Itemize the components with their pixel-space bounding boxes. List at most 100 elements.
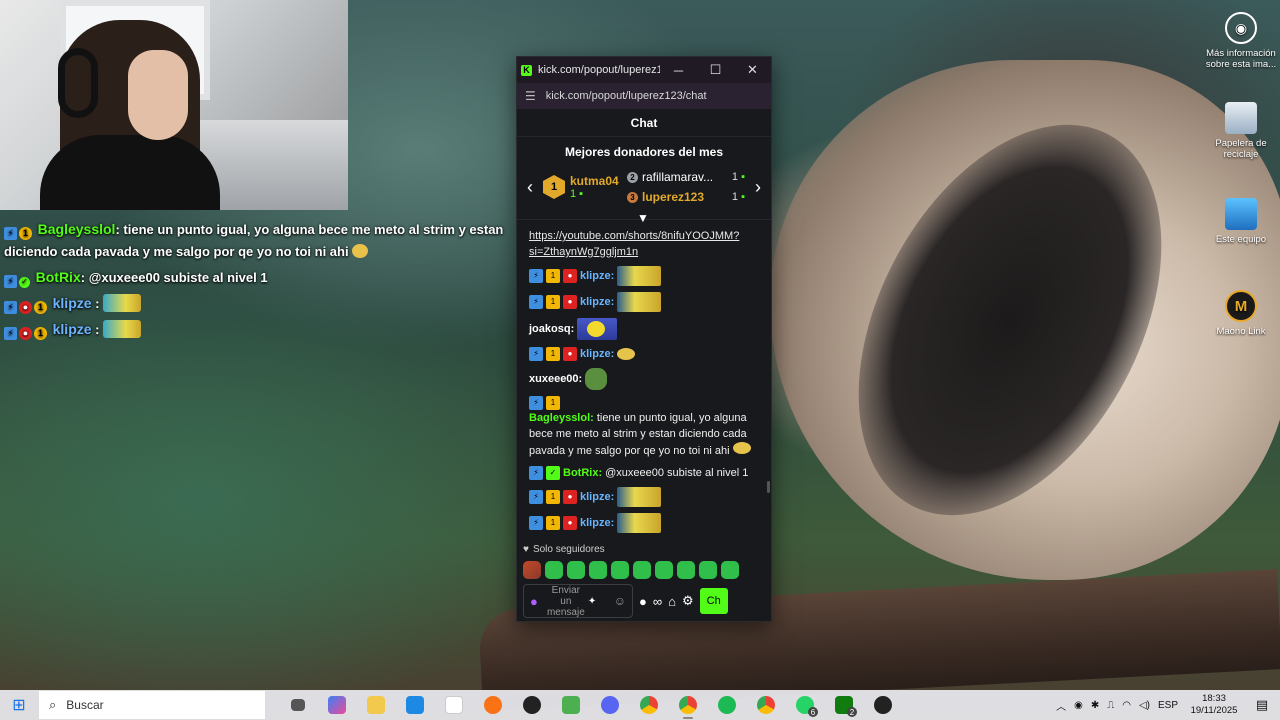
store-icon[interactable]: ⌂ (668, 594, 676, 609)
record-icon[interactable]: ◉ (1074, 700, 1083, 711)
notification-icon[interactable]: ▤ (1250, 697, 1274, 713)
message-link[interactable]: si=ZthaynWg7ggljm1n (529, 244, 638, 260)
emote-button[interactable] (589, 561, 607, 579)
xbox-icon[interactable]: 2 (824, 690, 863, 720)
clock[interactable]: 18:33 19/11/2025 (1186, 693, 1242, 717)
subscriber-badge-icon: ⚡ (529, 269, 543, 283)
chat-username[interactable]: klipze: (580, 294, 614, 310)
close-button[interactable]: ✕ (734, 57, 771, 83)
maono-icon: M (1225, 290, 1257, 322)
overlay-message: ⚡ ● 1 klipze : (4, 318, 514, 341)
chat-username[interactable]: klipze: (580, 515, 614, 531)
chat-username[interactable]: klipze: (580, 268, 614, 284)
emote-button[interactable] (545, 561, 563, 579)
emoji-icon[interactable]: ☺ (614, 595, 626, 607)
donor-list: 2 rafillamarav... 1 ▪ 3 luperez123 1 ▪ (627, 167, 745, 207)
top-donor: 1 kutma04 1 ▪ (543, 174, 627, 200)
gear-icon[interactable]: ⚙ (682, 593, 694, 609)
word-icon[interactable] (434, 690, 473, 720)
desktop-icon-spotlight[interactable]: ◉ Más información sobre esta ima... (1204, 12, 1278, 70)
message-link[interactable]: https://youtube.com/shorts/8nifuYOOJMM? (529, 228, 739, 244)
obs-icon[interactable] (512, 690, 551, 720)
subscriber-badge-icon: ⚡ (4, 326, 17, 340)
popup-titlebar[interactable]: K kick.com/popout/luperez12... ─ ☐ ✕ (517, 57, 771, 83)
gifter-badge-icon: 1 (546, 269, 560, 283)
copilot-icon[interactable] (317, 690, 356, 720)
taskbar-search[interactable]: ⌕ Buscar (38, 690, 266, 720)
chat-scrollbar[interactable] (767, 481, 770, 493)
emote-icon (585, 368, 608, 390)
emote-button[interactable] (699, 561, 717, 579)
red-badge-icon: ● (563, 490, 577, 504)
chat-message: ⚡ ✓ BotRix: @xuxeee00 subiste al nivel 1 (529, 465, 761, 481)
subscriber-badge-icon: ⚡ (529, 490, 543, 504)
gifter-badge-icon: 1 (546, 396, 560, 410)
desktop-icon-recycle-bin[interactable]: Papelera de reciclaje (1204, 102, 1278, 160)
desktop-icon-maono[interactable]: M Maono Link (1204, 290, 1278, 337)
minimize-button[interactable]: ─ (660, 57, 697, 83)
chevron-left-icon[interactable]: ‹ (517, 177, 543, 198)
app-orange-icon[interactable] (473, 690, 512, 720)
store-icon[interactable] (395, 690, 434, 720)
kicks-icon[interactable]: ● (639, 594, 647, 609)
donor-item: 3 luperez123 1 ▪ (627, 187, 745, 207)
chat-header: Chat (517, 109, 771, 137)
maximize-button[interactable]: ☐ (697, 57, 734, 83)
emote-button[interactable] (567, 561, 585, 579)
chat-username[interactable]: xuxeee00: (529, 371, 582, 387)
chat-username[interactable]: Bagleysslol: (529, 412, 594, 424)
chat-message: ⚡ 1 ● klipze: (529, 487, 761, 507)
chat-message: https://youtube.com/shorts/8nifuYOOJMM? … (529, 228, 761, 260)
emote-button[interactable] (655, 561, 673, 579)
taskview-icon[interactable] (278, 690, 317, 720)
chat-username[interactable]: joakosq: (529, 321, 574, 337)
volume-icon[interactable]: ◁) (1139, 700, 1150, 711)
chevron-up-icon[interactable]: ︿ (1056, 698, 1066, 713)
site-settings-icon[interactable]: ☰ (525, 89, 536, 103)
chrome-icon[interactable] (629, 690, 668, 720)
chat-input[interactable]: ● Enviar un mensaje ✦ ☺ (523, 584, 633, 618)
donor-count: 1 ▪ (731, 171, 745, 183)
chat-username[interactable]: klipze: (580, 489, 614, 505)
gifter-badge-icon: 1 (546, 295, 560, 309)
gifter-badge-icon: 1 (19, 226, 32, 240)
wifi-icon[interactable]: ◠ (1122, 700, 1131, 711)
subscriber-badge-icon: ⚡ (529, 347, 543, 361)
emote-button[interactable] (523, 561, 541, 579)
chat-username[interactable]: klipze: (580, 346, 614, 362)
desktop-icon-this-pc[interactable]: Este equipo (1204, 198, 1278, 245)
spotify-icon[interactable] (707, 690, 746, 720)
recycle-bin-icon (1225, 102, 1257, 134)
chat-username[interactable]: BotRix: (563, 465, 602, 481)
infinity-icon[interactable]: ∞ (653, 594, 662, 609)
emote-button[interactable] (721, 561, 739, 579)
bluetooth-icon[interactable]: ✱ (1091, 700, 1099, 711)
gifter-badge-icon: 1 (34, 300, 47, 314)
gif-icon[interactable]: ✦ (588, 596, 596, 607)
chat-messages: https://youtube.com/shorts/8nifuYOOJMM? … (517, 220, 771, 539)
emote-button[interactable] (633, 561, 651, 579)
windows-start-icon[interactable]: ⊞ (0, 695, 38, 715)
clock-date: 19/11/2025 (1190, 705, 1238, 716)
chrome-alt-icon[interactable] (746, 690, 785, 720)
microphone-icon[interactable]: ● (530, 595, 538, 608)
file-explorer-icon[interactable] (356, 690, 395, 720)
chevron-right-icon[interactable]: › (745, 177, 771, 198)
address-bar[interactable]: ☰ kick.com/popout/luperez123/chat (517, 83, 771, 109)
emote-button[interactable] (611, 561, 629, 579)
app-dark-icon[interactable] (863, 690, 902, 720)
discord-icon[interactable] (590, 690, 629, 720)
desktop-icon-label: Papelera de reciclaje (1215, 138, 1267, 160)
top-donors-panel: Mejores donadores del mes ‹ 1 kutma04 1 … (517, 137, 771, 225)
minecraft-icon[interactable] (551, 690, 590, 720)
send-button[interactable]: Ch (699, 588, 728, 614)
whatsapp-icon[interactable]: 6 (785, 690, 824, 720)
taskbar-apps: 6 2 (278, 690, 902, 720)
usb-icon[interactable]: ⎍ (1107, 700, 1114, 711)
system-tray: ︿ ◉ ✱ ⎍ ◠ ◁) ESP 18:33 19/11/2025 ▤ (1056, 693, 1280, 717)
chrome-profile-icon[interactable] (668, 690, 707, 720)
follower-mode-notice: ♥ Solo seguidores (517, 539, 771, 559)
chat-message: ⚡ 1 Bagleysslol: tiene un punto igual, yo … (529, 396, 761, 459)
emote-button[interactable] (677, 561, 695, 579)
language-indicator[interactable]: ESP (1158, 700, 1178, 711)
